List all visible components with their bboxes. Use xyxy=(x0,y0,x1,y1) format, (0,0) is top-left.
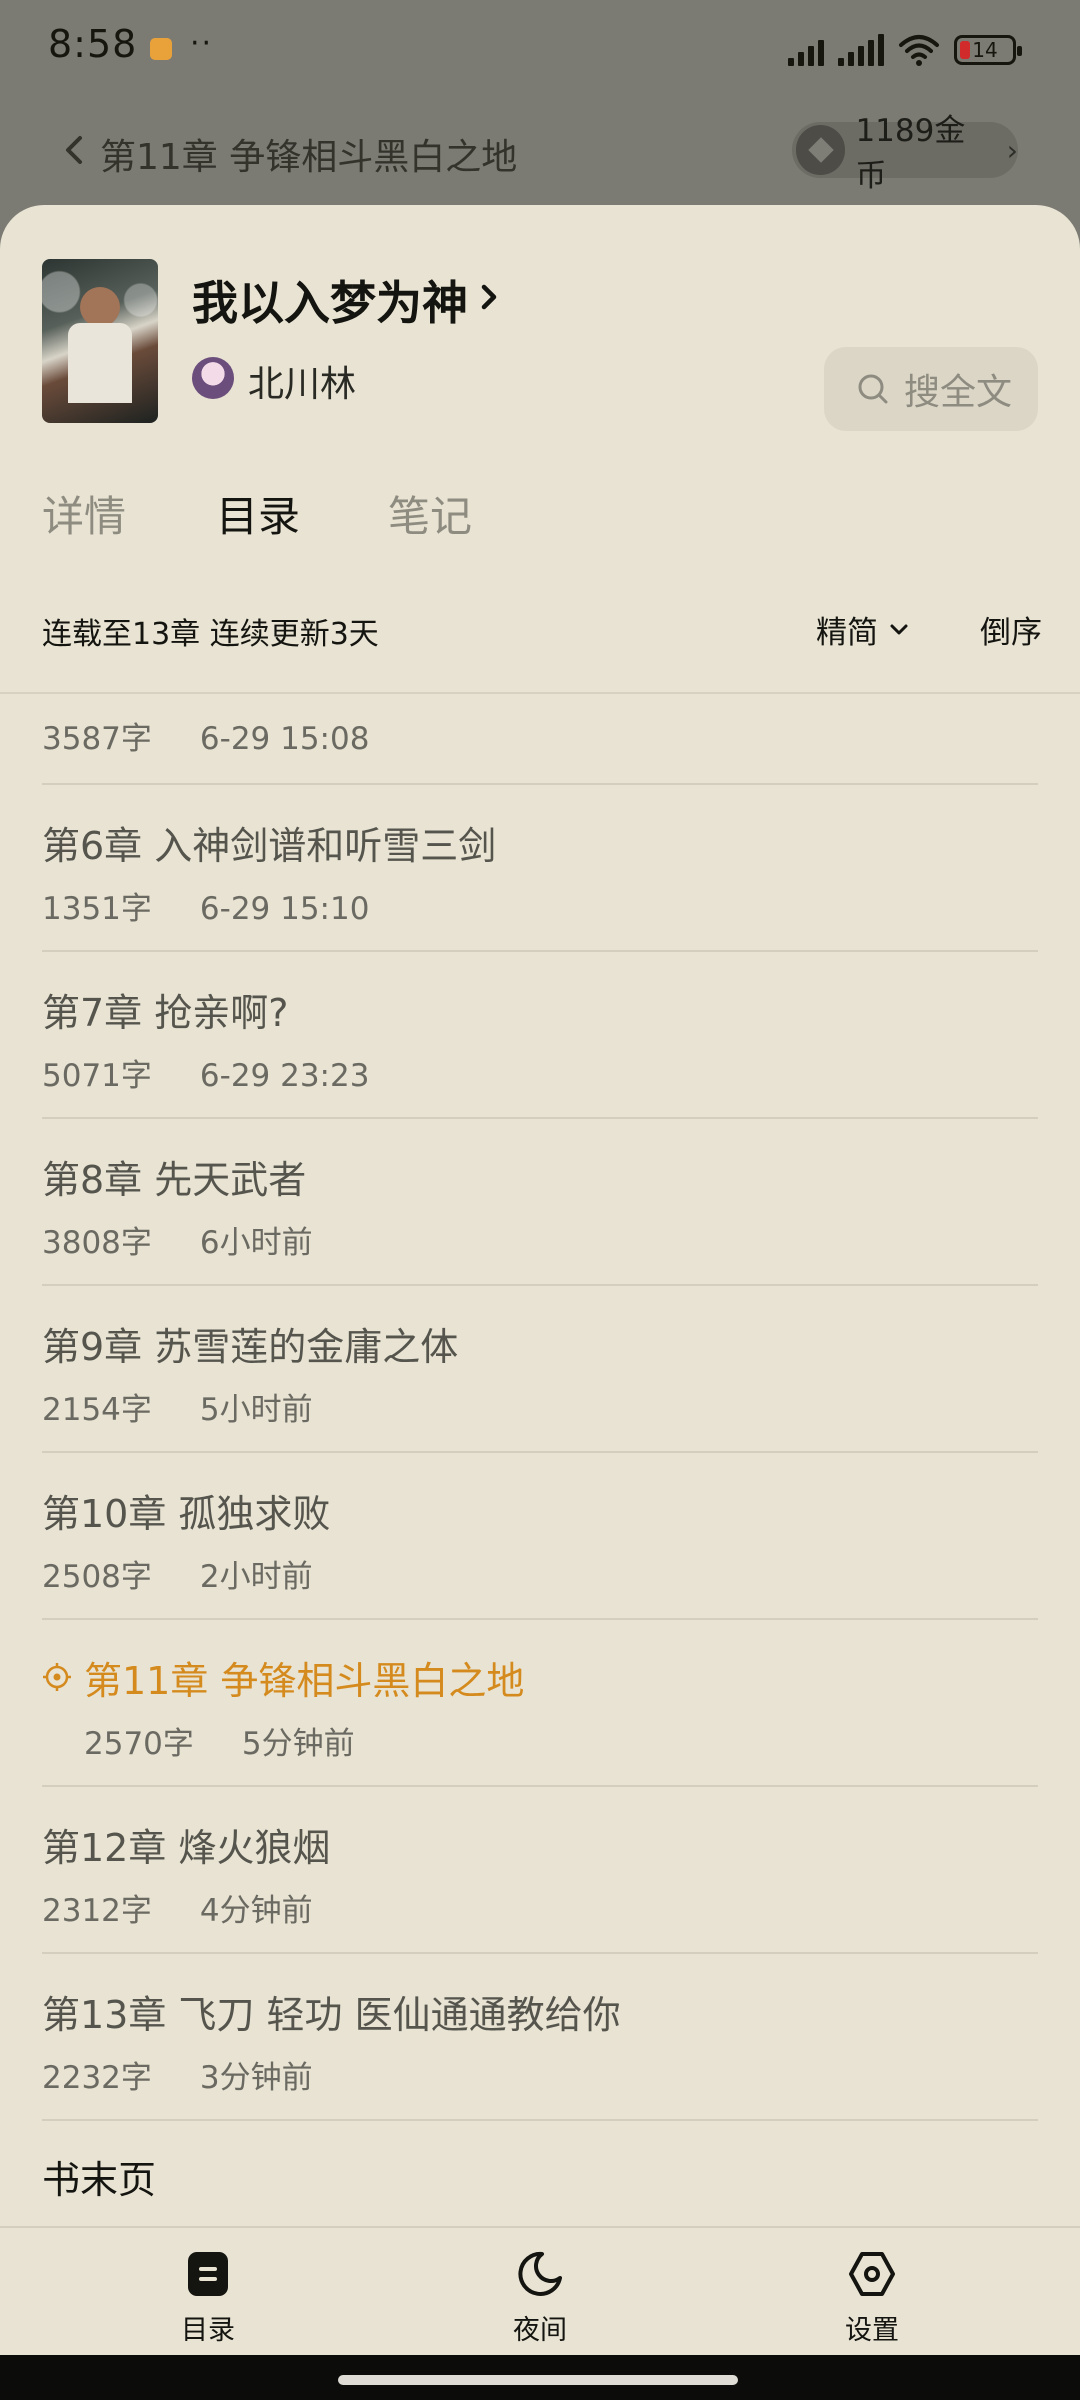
bottom-nav: 目录 夜间 设置 xyxy=(0,2226,1080,2358)
tab-catalog[interactable]: 目录 xyxy=(216,483,300,544)
chapter-title: 第6章 入神剑谱和听雪三剑 xyxy=(42,824,497,868)
chapter-time: 6-29 23:23 xyxy=(199,1058,370,1094)
chapter-time: 6小时前 xyxy=(199,1225,313,1261)
chapter-time: 6-29 15:08 xyxy=(199,721,370,757)
chapter-time: 5小时前 xyxy=(199,1392,313,1428)
chapter-time: 6-29 15:10 xyxy=(199,891,370,927)
signal-hd-icon xyxy=(838,34,884,66)
chevron-right-icon[interactable] xyxy=(478,279,502,315)
author-avatar[interactable] xyxy=(192,357,234,399)
catalog-toolbar: 连载至13章 连续更新3天 精简 倒序 xyxy=(42,605,1042,655)
chapter-row[interactable]: 第13章 飞刀 轻功 医仙通通教给你 2232字 3分钟前 xyxy=(42,1954,1038,2121)
status-time: 8:58 xyxy=(48,22,138,66)
tab-details[interactable]: 详情 xyxy=(42,483,126,544)
chapter-row[interactable]: 第8章 先天武者 3808字 6小时前 xyxy=(42,1119,1038,1286)
chapter-row[interactable]: 第9章 苏雪莲的金庸之体 2154字 5小时前 xyxy=(42,1286,1038,1453)
home-indicator[interactable] xyxy=(338,2375,738,2385)
search-icon xyxy=(858,374,888,404)
catalog-icon xyxy=(188,2252,228,2296)
nav-night-label: 夜间 xyxy=(513,2315,567,2346)
chevron-right-icon: › xyxy=(1006,133,1018,167)
serial-status: 连载至13章 连续更新3天 xyxy=(42,617,379,652)
chapter-title: 第9章 苏雪莲的金庸之体 xyxy=(42,1325,459,1369)
chapter-word-count: 2312字 xyxy=(42,1893,152,1929)
nav-catalog-label: 目录 xyxy=(181,2315,235,2346)
chapter-word-count: 2570字 xyxy=(84,1726,194,1762)
chapter-row[interactable]: 第10章 孤独求败 2508字 2小时前 xyxy=(42,1453,1038,1620)
search-label: 搜全文 xyxy=(904,372,1013,413)
filter-label: 精简 xyxy=(816,615,878,651)
signal-icon xyxy=(788,34,824,66)
book-title[interactable]: 我以入梦为神 xyxy=(192,267,468,333)
chapter-word-count: 3808字 xyxy=(42,1225,152,1261)
filter-dropdown[interactable]: 精简 xyxy=(816,607,910,652)
chapter-title: 第13章 飞刀 轻功 医仙通通教给你 xyxy=(42,1993,621,2037)
search-full-text-button[interactable]: 搜全文 xyxy=(824,347,1038,431)
chapter-title: 第8章 先天武者 xyxy=(42,1158,307,1202)
chapter-title: 第10章 孤独求败 xyxy=(42,1492,331,1536)
reader-header: 第11章 争锋相斗黑白之地 1189金币 › xyxy=(0,110,1080,194)
battery-level: 14 xyxy=(972,38,998,62)
chapter-title: 第11章 争锋相斗黑白之地 xyxy=(84,1659,525,1703)
coin-balance: 1189金币 xyxy=(855,113,966,194)
chapter-row[interactable]: 第12章 烽火狼烟 2312字 4分钟前 xyxy=(42,1787,1038,1954)
battery-icon: 14 xyxy=(954,35,1022,65)
chapter-title: 第12章 烽火狼烟 xyxy=(42,1826,331,1870)
nav-catalog-button[interactable]: 目录 xyxy=(128,2248,288,2347)
reverse-order-button[interactable]: 倒序 xyxy=(980,607,1042,652)
chapter-word-count: 2232字 xyxy=(42,2060,152,2096)
chapter-word-count: 2508字 xyxy=(42,1559,152,1595)
moon-icon xyxy=(518,2251,562,2296)
nav-settings-label: 设置 xyxy=(845,2315,899,2346)
nav-settings-button[interactable]: 设置 xyxy=(792,2248,952,2347)
back-chevron-icon[interactable] xyxy=(60,130,90,170)
chapter-row-current[interactable]: 第11章 争锋相斗黑白之地 2570字 5分钟前 xyxy=(42,1620,1038,1787)
chapter-word-count: 5071字 xyxy=(42,1058,152,1094)
catalog-sheet: 我以入梦为神 北川林 搜全文 详情 目录 笔记 连载至13章 连续更新3天 精简… xyxy=(0,205,1080,2355)
tab-notes[interactable]: 笔记 xyxy=(388,483,472,544)
chapter-time: 5分钟前 xyxy=(241,1726,355,1762)
wifi-icon xyxy=(899,35,939,66)
chapter-word-count: 3587字 xyxy=(42,721,152,757)
coin-icon xyxy=(796,125,846,175)
more-notifications-indicator: ·· xyxy=(190,26,214,61)
chevron-down-icon xyxy=(890,624,908,634)
chapter-time: 2小时前 xyxy=(199,1559,313,1595)
chapter-row[interactable]: 第7章 抢亲啊? 5071字 6-29 23:23 xyxy=(42,952,1038,1119)
coin-balance-button[interactable]: 1189金币 › xyxy=(792,113,1018,194)
nav-night-mode-button[interactable]: 夜间 xyxy=(460,2248,620,2347)
current-chapter-title[interactable]: 第11章 争锋相斗黑白之地 xyxy=(100,128,517,180)
book-end-row[interactable]: 书末页 xyxy=(42,2121,1038,2231)
chapter-row[interactable]: 3587字 6-29 15:08 xyxy=(42,695,1038,785)
divider xyxy=(0,692,1080,694)
settings-icon xyxy=(849,2252,895,2296)
chapter-list: 3587字 6-29 15:08 第6章 入神剑谱和听雪三剑 1351字 6-29 … xyxy=(42,695,1038,2231)
chapter-time: 4分钟前 xyxy=(199,1893,313,1929)
chapter-word-count: 2154字 xyxy=(42,1392,152,1428)
book-cover[interactable] xyxy=(42,259,158,423)
gesture-area xyxy=(0,2355,1080,2400)
status-bar: 8:58 ·· 14 xyxy=(0,0,1080,100)
chapter-title: 第7章 抢亲啊? xyxy=(42,991,289,1035)
chapter-time: 3分钟前 xyxy=(199,2060,313,2096)
chapter-row[interactable]: 第6章 入神剑谱和听雪三剑 1351字 6-29 15:10 xyxy=(42,785,1038,952)
app-notification-icon xyxy=(150,38,172,60)
current-reading-icon xyxy=(43,1663,71,1691)
chapter-word-count: 1351字 xyxy=(42,891,152,927)
author-name[interactable]: 北川林 xyxy=(248,355,356,407)
